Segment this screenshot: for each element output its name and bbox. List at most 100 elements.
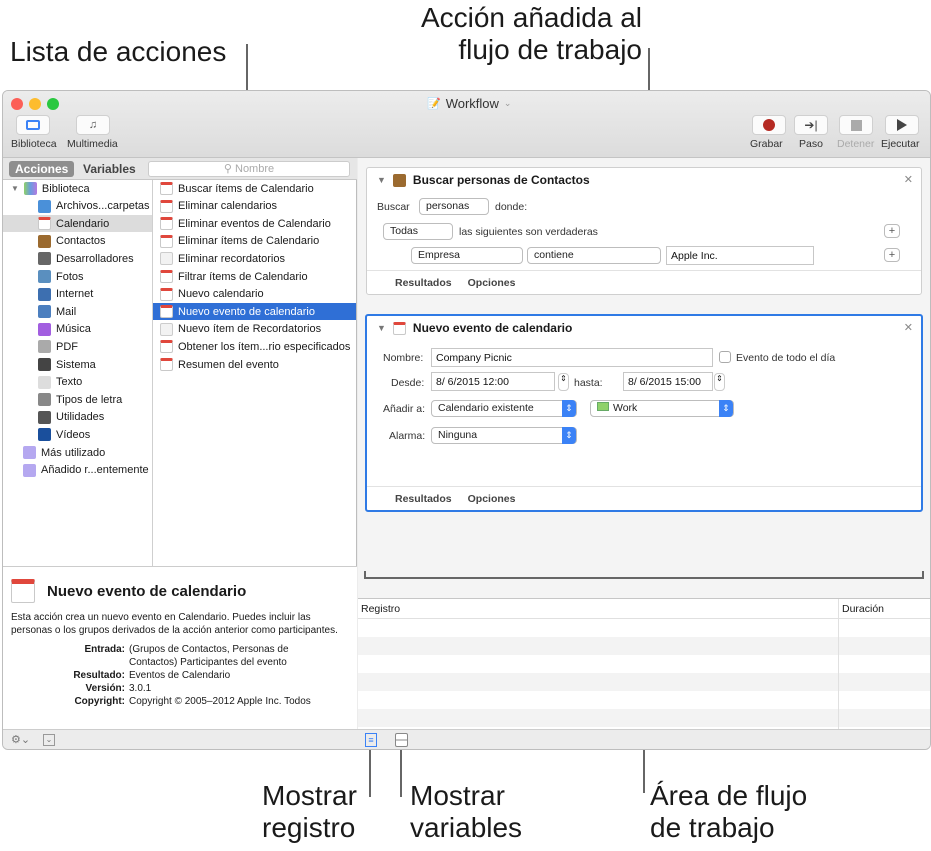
- hasta-label: hasta:: [574, 377, 603, 389]
- category-icon: [38, 340, 51, 354]
- library-smart-folder[interactable]: Añadido r...entemente: [3, 462, 152, 479]
- callout-text: registro: [262, 812, 356, 843]
- library-item-label: Música: [56, 323, 91, 336]
- action-item[interactable]: Nuevo evento de calendario: [153, 303, 356, 321]
- biblioteca-button[interactable]: [16, 115, 50, 135]
- alarma-popup[interactable]: Ninguna ⇕: [431, 427, 577, 444]
- show-log-button[interactable]: ≡: [365, 733, 377, 747]
- library-item-label: Utilidades: [56, 411, 105, 424]
- empresa-popup[interactable]: Empresa: [411, 247, 523, 264]
- document-icon: 📝: [427, 98, 441, 110]
- nombre-field[interactable]: Company Picnic: [431, 348, 713, 367]
- action-item[interactable]: Buscar ítems de Calendario: [153, 180, 356, 197]
- actions-list: Buscar ítems de Calendario Eliminar calen…: [153, 180, 357, 566]
- action-item[interactable]: Eliminar calendarios: [153, 198, 356, 215]
- search-input[interactable]: ⚲ Nombre: [148, 161, 350, 177]
- multimedia-button[interactable]: ♫: [76, 115, 110, 135]
- action-card-buscar-personas[interactable]: ▼ Buscar personas de Contactos ✕ Buscar p…: [366, 167, 922, 295]
- contiene-popup[interactable]: contiene: [527, 247, 661, 264]
- card-header: ▼ Nuevo evento de calendario: [367, 316, 921, 340]
- ejecutar-button[interactable]: [885, 115, 919, 135]
- chevron-down-icon: ⌄: [503, 98, 512, 108]
- library-item[interactable]: Sistema: [3, 356, 152, 373]
- column-duracion[interactable]: Duración: [842, 603, 884, 615]
- library-item[interactable]: Fotos: [3, 268, 152, 285]
- disclosure-triangle-icon[interactable]: ▼: [11, 184, 19, 193]
- callout-text: flujo de trabajo: [458, 34, 642, 65]
- action-item[interactable]: Resumen del evento: [153, 356, 356, 373]
- action-card-nuevo-evento[interactable]: ▼ Nuevo evento de calendario ✕ Nombre: Co…: [365, 314, 923, 512]
- library-item[interactable]: Internet: [3, 286, 152, 303]
- window-title[interactable]: 📝 Workflow ⌄: [427, 96, 511, 111]
- library-item[interactable]: Desarrolladores: [3, 250, 152, 267]
- tab-resultados[interactable]: Resultados: [395, 277, 452, 294]
- calendario-popup[interactable]: Work ⇕: [590, 400, 734, 417]
- action-item[interactable]: Obtener los ítem...rio especificados: [153, 338, 356, 355]
- anadir-value: Calendario existente: [438, 402, 534, 414]
- paso-label: Paso: [799, 138, 823, 150]
- library-item[interactable]: Texto: [3, 374, 152, 391]
- anadir-popup[interactable]: Calendario existente ⇕: [431, 400, 577, 417]
- window-title-text: Workflow: [445, 96, 499, 111]
- add-condition-button[interactable]: +: [884, 224, 900, 238]
- gear-icon[interactable]: ⚙⌄: [11, 733, 30, 746]
- action-item[interactable]: Eliminar recordatorios: [153, 250, 356, 267]
- add-row-button[interactable]: +: [884, 248, 900, 262]
- personas-popup[interactable]: personas: [419, 198, 489, 215]
- tab-variables[interactable]: Variables: [77, 161, 142, 177]
- library-item[interactable]: Tipos de letra: [3, 391, 152, 408]
- library-item[interactable]: Mail: [3, 303, 152, 320]
- play-icon: [897, 119, 907, 131]
- toggle-description-button[interactable]: ⌄: [43, 734, 55, 746]
- todo-dia-checkbox[interactable]: [719, 351, 731, 363]
- automator-window: 📝 Workflow ⌄ Biblioteca ♫ Multimedia Graba…: [2, 90, 931, 750]
- action-item[interactable]: Eliminar eventos de Calendario: [153, 215, 356, 232]
- version-value: 3.0.1: [129, 683, 152, 694]
- biblioteca-label: Biblioteca: [11, 138, 57, 150]
- paso-button[interactable]: ➔|: [794, 115, 828, 135]
- tab-opciones[interactable]: Opciones: [468, 277, 516, 294]
- detener-button[interactable]: [839, 115, 873, 135]
- show-variables-button[interactable]: [395, 733, 408, 747]
- todas-popup[interactable]: Todas: [383, 223, 453, 240]
- disclosure-triangle-icon[interactable]: ▼: [377, 323, 386, 333]
- desde-stepper[interactable]: ⇕: [558, 373, 569, 391]
- grabar-button[interactable]: [752, 115, 786, 135]
- tab-acciones[interactable]: Acciones: [9, 161, 75, 177]
- action-item[interactable]: Filtrar ítems de Calendario: [153, 268, 356, 285]
- action-item[interactable]: Nuevo ítem de Recordatorios: [153, 321, 356, 338]
- close-button[interactable]: [11, 98, 23, 110]
- category-icon: [38, 322, 51, 336]
- calendar-icon: [160, 340, 173, 354]
- library-root[interactable]: ▼ Biblioteca: [3, 180, 152, 197]
- column-registro[interactable]: Registro: [361, 603, 400, 615]
- category-icon: [38, 270, 51, 283]
- library-item-label: Desarrolladores: [56, 252, 134, 265]
- library-item[interactable]: Archivos...carpetas: [3, 198, 152, 215]
- library-item[interactable]: Calendario: [3, 215, 152, 233]
- hasta-stepper[interactable]: ⇕: [714, 373, 725, 391]
- library-item[interactable]: PDF: [3, 338, 152, 355]
- library-item[interactable]: Música: [3, 321, 152, 338]
- library-item[interactable]: Utilidades: [3, 409, 152, 426]
- disclosure-triangle-icon[interactable]: ▼: [377, 175, 386, 185]
- action-item[interactable]: Nuevo calendario: [153, 286, 356, 303]
- zoom-button[interactable]: [47, 98, 59, 110]
- contacts-icon: [392, 173, 406, 187]
- valor-field[interactable]: Apple Inc.: [666, 246, 814, 265]
- entrada-label: Entrada:: [84, 644, 125, 655]
- close-icon[interactable]: ✕: [904, 173, 913, 186]
- close-icon[interactable]: ✕: [904, 321, 913, 334]
- action-item[interactable]: Eliminar ítems de Calendario: [153, 233, 356, 250]
- library-item[interactable]: Contactos: [3, 233, 152, 250]
- library-item[interactable]: Vídeos: [3, 426, 152, 443]
- action-item-label: Nuevo ítem de Recordatorios: [178, 323, 322, 336]
- minimize-button[interactable]: [29, 98, 41, 110]
- copyright-value: Copyright © 2005–2012 Apple Inc. Todos: [129, 696, 311, 707]
- library-smart-folder[interactable]: Más utilizado: [3, 444, 152, 461]
- desde-field[interactable]: 8/ 6/2015 12:00: [431, 372, 555, 391]
- tab-resultados[interactable]: Resultados: [395, 493, 452, 510]
- log-header: Registro Duración: [358, 599, 930, 619]
- hasta-field[interactable]: 8/ 6/2015 15:00: [623, 372, 713, 391]
- tab-opciones[interactable]: Opciones: [468, 493, 516, 510]
